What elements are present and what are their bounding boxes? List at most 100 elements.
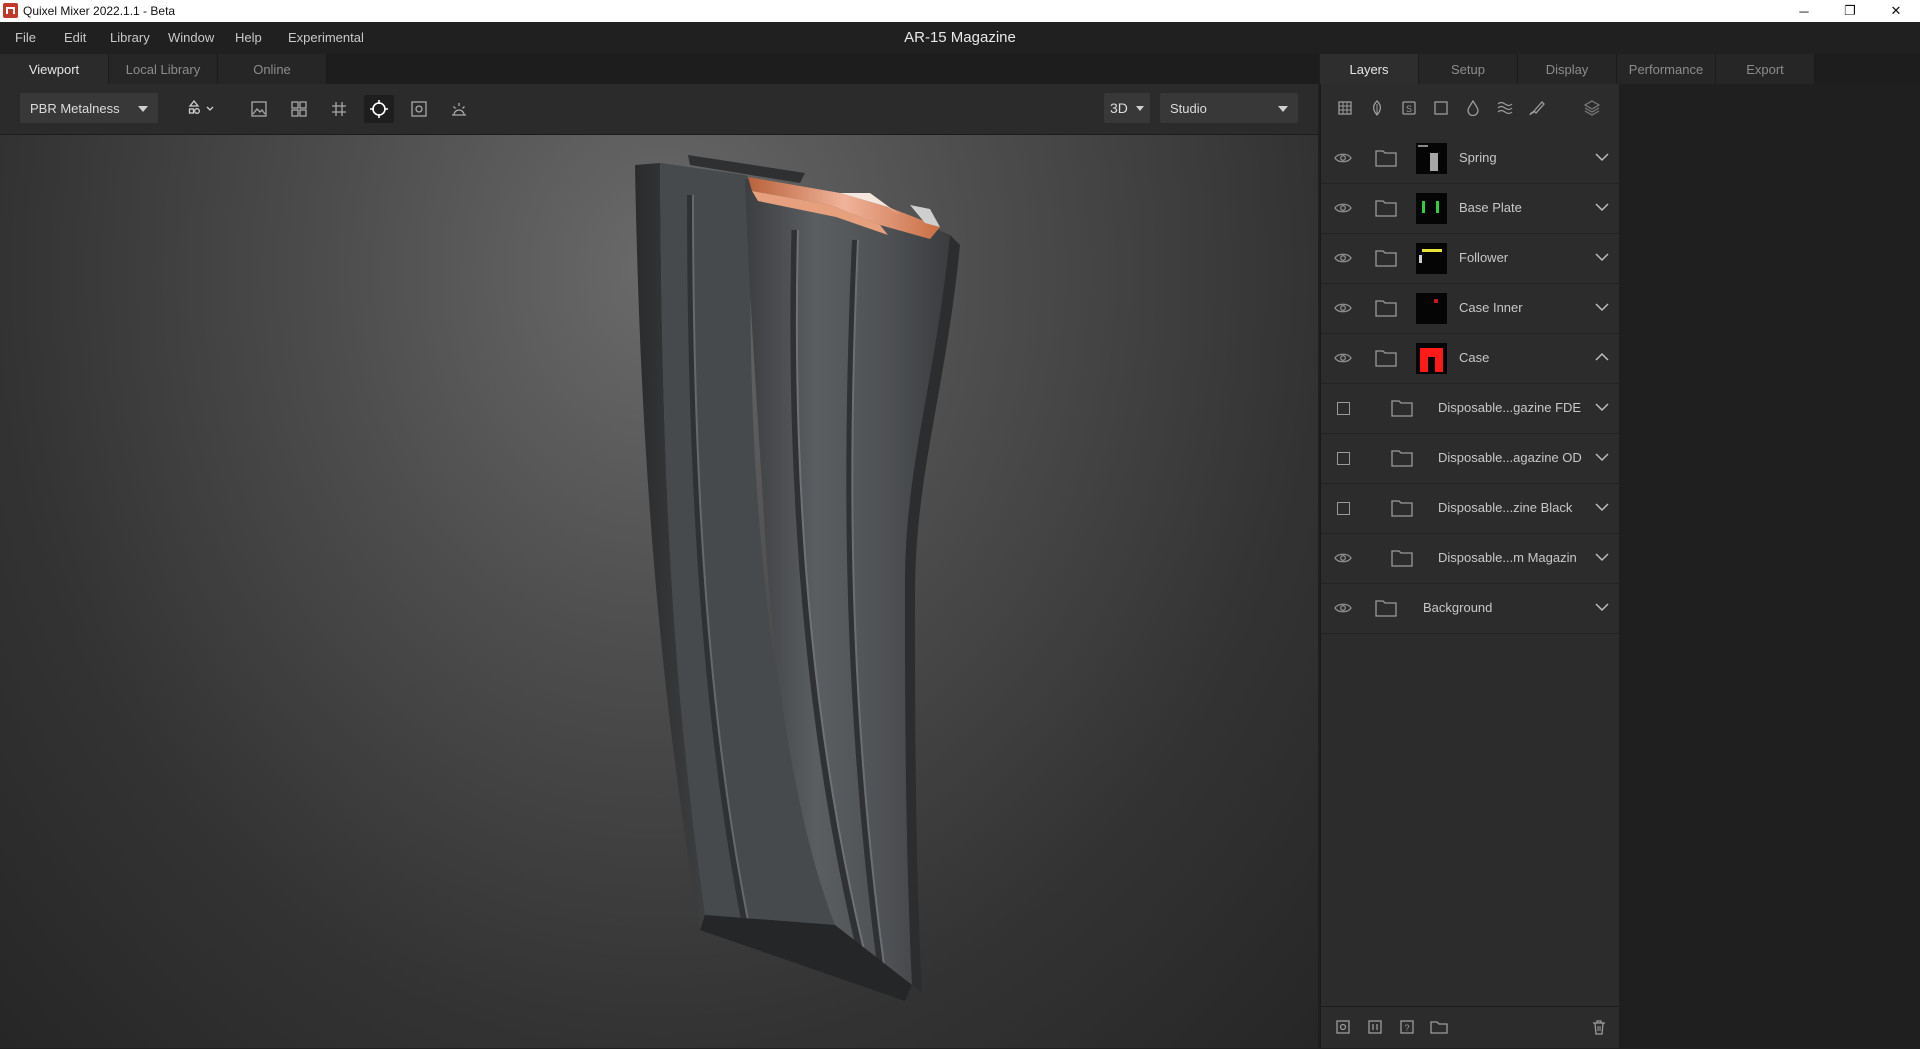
add-layer-icon[interactable] [1333,1017,1353,1037]
app-logo-icon [3,3,18,18]
close-button[interactable]: ✕ [1873,0,1919,22]
folder-icon [1391,499,1413,517]
tab-display[interactable]: Display [1518,54,1617,84]
main-tabs: Viewport Local Library Online [0,54,1318,84]
layer-thumbnail[interactable] [1416,193,1447,224]
chevron-down-icon[interactable] [1595,552,1609,564]
folder-icon [1391,549,1413,567]
folder-icon [1375,299,1397,317]
tab-viewport[interactable]: Viewport [0,54,109,84]
tab-layers[interactable]: Layers [1320,54,1419,84]
tab-setup[interactable]: Setup [1419,54,1518,84]
visibility-checkbox[interactable] [1337,502,1350,515]
layer-name: Case Inner [1459,300,1523,315]
chevron-down-icon [1136,106,1144,111]
environment-value: Studio [1170,101,1207,116]
eye-icon[interactable] [1333,550,1353,566]
eye-icon[interactable] [1333,250,1353,266]
chevron-down-icon[interactable] [1595,202,1609,214]
add-folder-icon[interactable] [1429,1017,1449,1037]
layer-row[interactable]: Disposable...m Magazin [1321,534,1619,584]
add-mask-icon[interactable] [1365,1017,1385,1037]
layer-row[interactable]: Case [1321,334,1619,384]
layer-thumbnail[interactable] [1416,243,1447,274]
layer-name: Disposable...m Magazin [1438,550,1577,565]
layer-name: Disposable...agazine OD [1438,450,1582,465]
crosshair-icon [370,100,388,118]
layer-row[interactable]: Disposable...gazine FDE [1321,384,1619,434]
chevron-down-icon[interactable] [1595,502,1609,514]
material-mode-dropdown[interactable]: PBR Metalness [20,93,158,123]
layer-toolbar: S [1321,84,1619,135]
folder-icon [1391,399,1413,417]
layer-stack-icon[interactable] [1581,97,1603,119]
chevron-up-icon[interactable] [1595,352,1609,364]
chevron-down-icon[interactable] [1595,402,1609,414]
frame-button[interactable] [404,95,434,123]
tab-performance[interactable]: Performance [1617,54,1716,84]
layer-thumbnail[interactable] [1416,293,1447,324]
chevron-down-icon [1278,106,1288,112]
eye-icon[interactable] [1333,600,1353,616]
image-icon [251,101,267,117]
grid-four-icon [291,101,307,117]
paint-icon[interactable] [1526,97,1548,119]
crosshair-button[interactable] [364,95,394,123]
shape-picker-button[interactable] [182,95,222,123]
mask-icon[interactable] [1430,97,1452,119]
eye-icon[interactable] [1333,350,1353,366]
displacement-icon[interactable] [1494,97,1516,119]
fill-icon[interactable] [1462,97,1484,119]
eye-icon[interactable] [1333,150,1353,166]
eye-icon[interactable] [1333,200,1353,216]
light-icon [452,103,466,116]
layer-name: Follower [1459,250,1509,265]
light-button[interactable] [444,95,474,123]
folder-icon [1375,349,1397,367]
folder-icon [1375,249,1397,267]
folder-icon [1375,599,1397,617]
layer-row[interactable]: Case Inner [1321,284,1619,334]
layer-name: Base Plate [1459,200,1522,215]
folder-icon [1375,149,1397,167]
layer-name: Background [1423,600,1493,615]
layer-name: Spring [1459,150,1497,165]
smart-icon[interactable]: ? [1397,1017,1417,1037]
document-title: AR-15 Magazine [904,29,1016,46]
window-title: Quixel Mixer 2022.1.1 - Beta [23,4,176,18]
restore-button[interactable]: ❐ [1827,0,1873,22]
layer-row[interactable]: Disposable...agazine OD [1321,434,1619,484]
chevron-down-icon[interactable] [1595,252,1609,264]
visibility-checkbox[interactable] [1337,452,1350,465]
environment-dropdown[interactable]: Studio [1160,93,1298,123]
minimize-button[interactable]: ─ [1781,0,1827,22]
delete-icon[interactable] [1589,1017,1609,1037]
layer-row[interactable]: Follower [1321,234,1619,284]
layer-row[interactable]: Base Plate [1321,184,1619,234]
layer-thumbnail[interactable] [1416,343,1447,374]
grid-four-button[interactable] [284,95,314,123]
layers-panel: S Spring Base Plate Follower Case Inner Case… [1320,84,1619,1048]
view-mode-dropdown[interactable]: 3D [1104,93,1150,123]
image-button[interactable] [244,95,274,123]
layer-row[interactable]: Background [1321,584,1619,634]
smart-material-icon[interactable]: S [1398,97,1420,119]
tab-export[interactable]: Export [1716,54,1815,84]
3d-viewport[interactable] [0,135,1318,1048]
eye-icon[interactable] [1333,300,1353,316]
layer-row[interactable]: Spring [1321,134,1619,184]
layer-thumbnail[interactable] [1416,143,1447,174]
ar15-magazine-model [635,155,960,1001]
grid-lines-button[interactable] [324,95,354,123]
chevron-down-icon [138,106,148,112]
chevron-down-icon[interactable] [1595,602,1609,614]
chevron-down-icon[interactable] [1595,452,1609,464]
chevron-down-icon[interactable] [1595,152,1609,164]
layer-row[interactable]: Disposable...zine Black [1321,484,1619,534]
tab-local-library[interactable]: Local Library [109,54,218,84]
visibility-checkbox[interactable] [1337,402,1350,415]
solid-layer-icon[interactable] [1334,97,1356,119]
surface-icon[interactable] [1366,97,1388,119]
chevron-down-icon[interactable] [1595,302,1609,314]
tab-online[interactable]: Online [218,54,327,84]
